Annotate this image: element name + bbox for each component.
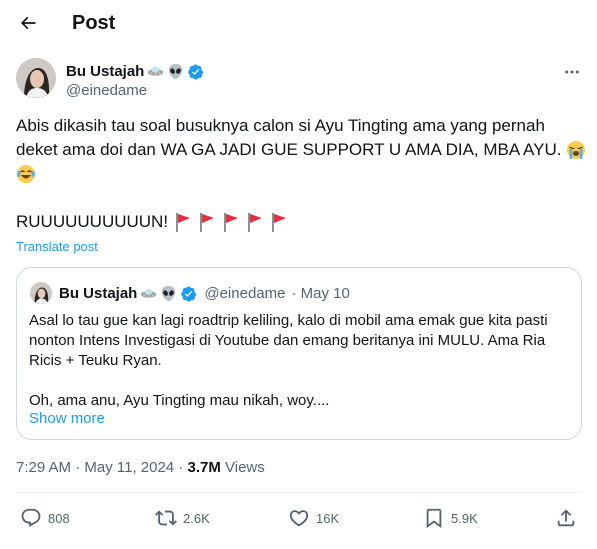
flags-row	[174, 212, 288, 232]
action-bar: 808 2.6K 16K 5.9K	[0, 504, 597, 532]
post-text-line	[16, 162, 584, 186]
views-count: 3.7M	[187, 459, 221, 476]
page-title: Post	[72, 12, 116, 34]
post-meta: 7:29 AM · May 11, 2024 · 3.7M Views	[16, 458, 265, 478]
quote-text-line: Asal lo tau gue kan lagi roadtrip kelili…	[29, 312, 548, 329]
more-horizontal-icon	[565, 70, 579, 74]
red-flag-icon	[248, 213, 263, 232]
post-text-line	[16, 186, 584, 210]
alien-icon	[167, 63, 184, 80]
back-button[interactable]	[14, 9, 42, 37]
repost-icon	[155, 510, 177, 526]
author-name[interactable]: Bu Ustajah	[66, 62, 144, 81]
repost-count: 2.6K	[183, 510, 210, 526]
show-more-link[interactable]: Show more	[29, 409, 105, 429]
arrow-left-icon	[20, 16, 36, 30]
quoted-post[interactable]: Bu Ustajah @einedame · May 10 Asal lo ta…	[16, 267, 582, 440]
post-text-segment: RUUUUUUUUUUN!	[16, 212, 169, 231]
verified-badge-icon	[180, 285, 197, 302]
translate-post-link[interactable]: Translate post	[16, 239, 98, 255]
reply-icon	[21, 508, 41, 527]
like-button[interactable]: 16K	[288, 504, 339, 532]
share-icon	[557, 509, 575, 527]
post-text: Abis dikasih tau soal busuknya calon si …	[16, 114, 586, 234]
quote-date: · May 10	[291, 285, 350, 302]
post-text-line: Abis dikasih tau soal busuknya calon si …	[16, 116, 545, 135]
quote-author-handle: @einedame	[204, 285, 286, 302]
quote-text-line: Ricis + Teuku Ryan.	[29, 352, 162, 369]
bookmark-icon	[426, 508, 442, 529]
views-label: Views	[220, 459, 265, 476]
red-flag-icon	[272, 213, 287, 232]
loudly-crying-face-icon	[566, 140, 586, 160]
post-text-line: RUUUUUUUUUUN!	[16, 210, 584, 234]
red-flag-icon	[176, 213, 191, 232]
bookmark-count: 5.9K	[451, 510, 478, 526]
quote-header: Bu Ustajah @einedame · May 10	[59, 284, 350, 303]
reply-button[interactable]: 808	[20, 504, 70, 532]
quote-text-line: nonton Intens Investigasi di Youtube dan…	[29, 332, 546, 349]
quote-text-line: Oh, ama anu, Ayu Tingting mau nikah, woy…	[29, 392, 330, 409]
ufo-icon	[147, 63, 164, 80]
red-flag-icon	[224, 213, 239, 232]
ufo-icon	[140, 285, 157, 302]
quote-text: Asal lo tau gue kan lagi roadtrip kelili…	[29, 311, 574, 411]
post-text-segment: deket ama doi dan WA GA JADI GUE SUPPORT…	[16, 140, 562, 159]
heart-icon	[289, 510, 309, 527]
author-handle[interactable]: @einedame	[66, 81, 204, 101]
share-button[interactable]	[555, 504, 577, 532]
top-bar: Post	[0, 0, 597, 46]
alien-icon	[160, 285, 177, 302]
avatar[interactable]	[16, 58, 56, 98]
like-count: 16K	[316, 510, 340, 526]
divider	[16, 492, 582, 493]
reply-count: 808	[48, 510, 70, 526]
bookmark-button[interactable]: 5.9K	[423, 504, 478, 532]
post-text-line: deket ama doi dan WA GA JADI GUE SUPPORT…	[16, 138, 586, 162]
more-options-button[interactable]	[560, 62, 584, 82]
red-flag-icon	[200, 213, 215, 232]
post-timestamp[interactable]: 7:29 AM · May 11, 2024 ·	[16, 459, 187, 476]
repost-button[interactable]: 2.6K	[155, 504, 210, 532]
author-info: Bu Ustajah @einedame	[66, 62, 204, 101]
quote-avatar	[30, 282, 52, 304]
quote-author-name: Bu Ustajah	[59, 285, 138, 302]
verified-badge-icon[interactable]	[187, 63, 204, 80]
face-with-tears-of-joy-icon	[16, 164, 36, 184]
